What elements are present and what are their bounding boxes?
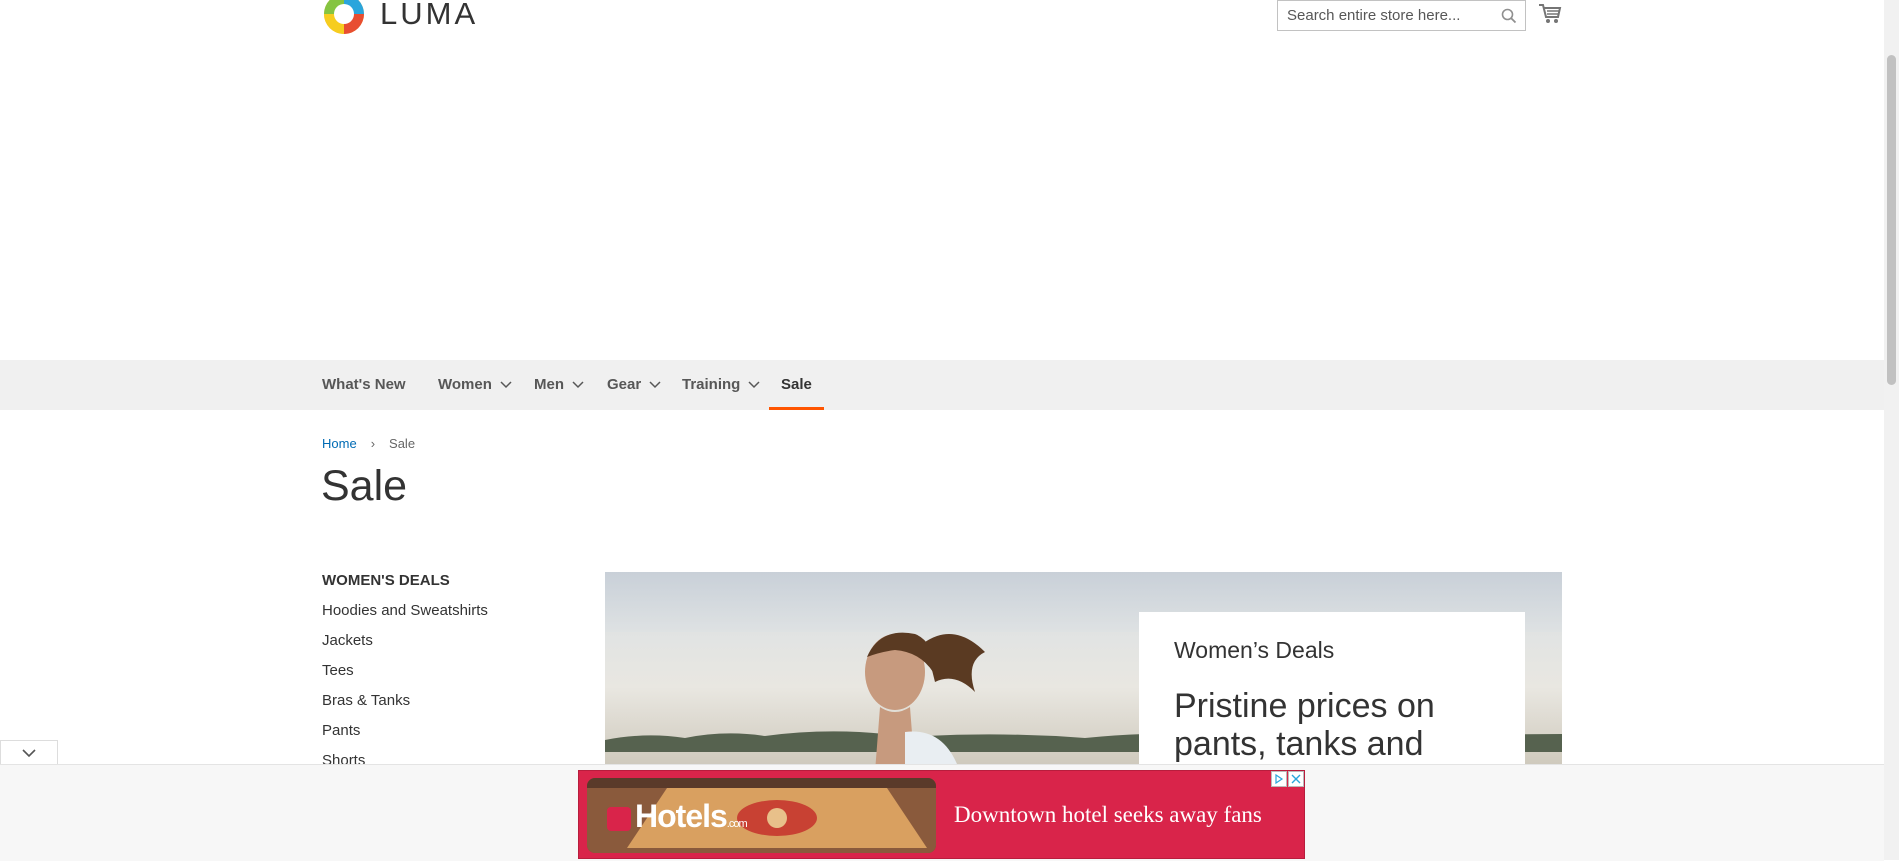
page-title: Sale <box>321 462 408 510</box>
cart-icon[interactable] <box>1538 3 1562 29</box>
close-ad-icon[interactable] <box>1288 771 1304 787</box>
scrollbar-thumb[interactable] <box>1887 55 1896 385</box>
sidebar-link-hoodies[interactable]: Hoodies and Sweatshirts <box>322 602 488 619</box>
hotels-brand-icon <box>607 806 631 831</box>
sidebar-link-pants[interactable]: Pants <box>322 722 360 739</box>
promo-subtitle: Women’s Deals <box>1174 637 1335 663</box>
nav-item-women[interactable]: Women <box>438 360 512 410</box>
logo-text: LUMA <box>380 0 479 31</box>
search-icon[interactable] <box>1501 8 1517 28</box>
chevron-down-icon <box>748 360 760 410</box>
hotels-ad[interactable]: Hotels.com Downtown hotel seeks away fan… <box>578 770 1305 859</box>
breadcrumb-home-link[interactable]: Home <box>322 436 357 451</box>
nav-item-whats-new[interactable]: What's New <box>322 360 406 410</box>
adchoices-icon[interactable] <box>1271 771 1287 787</box>
collapse-ad-button[interactable] <box>0 740 58 764</box>
chevron-down-icon <box>22 743 36 762</box>
hotels-logo: Hotels.com <box>607 798 748 835</box>
search-input[interactable] <box>1278 1 1497 30</box>
ad-headline: Downtown hotel seeks away fans <box>954 802 1262 827</box>
page-scrollbar[interactable] <box>1884 0 1899 860</box>
womens-deals-banner[interactable]: Women’s Deals Pristine prices on pants, … <box>605 572 1562 764</box>
nav-item-sale[interactable]: Sale <box>769 360 824 410</box>
chevron-down-icon <box>649 360 661 410</box>
promo-card: Women’s Deals Pristine prices on pants, … <box>1139 612 1525 764</box>
chevron-right-icon: › <box>370 436 376 451</box>
sidebar-title: WOMEN'S DEALS <box>322 572 450 589</box>
nav-item-men[interactable]: Men <box>534 360 584 410</box>
breadcrumb: Home › Sale <box>322 436 415 451</box>
search-box <box>1277 0 1526 31</box>
woman-runner-image <box>865 632 985 764</box>
chevron-down-icon <box>572 360 584 410</box>
promo-headline: Pristine prices on pants, tanks and <box>1174 687 1435 763</box>
nav-item-gear[interactable]: Gear <box>607 360 661 410</box>
luma-logo-icon <box>322 0 366 36</box>
chevron-down-icon <box>500 360 512 410</box>
breadcrumb-current: Sale <box>389 436 416 451</box>
nav-item-training[interactable]: Training <box>682 360 760 410</box>
sidebar-link-bras-tanks[interactable]: Bras & Tanks <box>322 692 410 709</box>
sidebar-link-tees[interactable]: Tees <box>322 662 354 679</box>
main-navigation: What's New Women Men Gear Training Sale <box>0 360 1884 410</box>
sidebar-link-jackets[interactable]: Jackets <box>322 632 373 649</box>
logo[interactable]: LUMA <box>322 0 478 36</box>
basketball-court-image: Hotels.com <box>587 778 936 853</box>
